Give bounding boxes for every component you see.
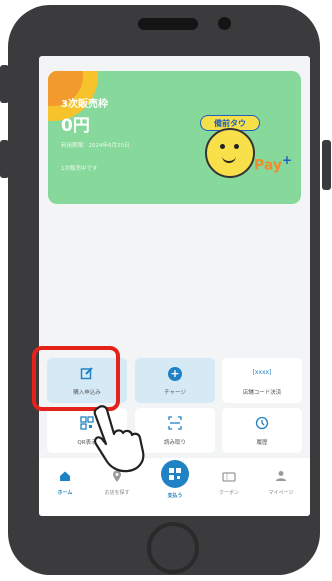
app-screen: 3次販売枠 0円 利用期限：2024年6月20日 1次販売中です 備前タウ Pa… xyxy=(39,56,310,516)
brand-pay-logo: Pay+ xyxy=(254,153,293,174)
home-icon xyxy=(41,470,89,486)
nav-pay[interactable]: 支払う xyxy=(151,460,199,499)
phone-camera xyxy=(218,17,231,30)
code-icon: [xxxx] xyxy=(252,369,272,376)
history-label: 履歴 xyxy=(256,440,268,446)
nav-coupon-label: クーポン xyxy=(218,490,239,496)
nav-mypage-label: マイページ xyxy=(268,490,294,496)
mascot-logo xyxy=(205,128,255,178)
store-code-payment-label: 店舗コード決済 xyxy=(242,390,282,396)
expiry-date: 利用期限：2024年6月20日 xyxy=(61,143,130,149)
phone-volume-down xyxy=(0,140,9,178)
person-icon xyxy=(257,470,305,486)
plus-circle-icon: + xyxy=(135,366,215,381)
bottom-nav: ホーム お店を探す 支払う クーポン マイページ xyxy=(39,458,310,516)
nav-home-label: ホーム xyxy=(57,490,73,496)
pointing-hand-icon xyxy=(93,405,145,473)
nav-pay-label: 支払う xyxy=(167,493,183,499)
nav-find-store-label: お店を探す xyxy=(104,490,130,496)
balance-amount: 0円 xyxy=(61,116,90,136)
phone-volume-up xyxy=(0,65,9,103)
card-title: 3次販売枠 xyxy=(61,99,108,110)
store-code-payment-button[interactable]: [xxxx] 店舗コード決済 xyxy=(222,358,302,403)
nav-coupon[interactable]: クーポン xyxy=(205,470,253,496)
charge-label: チャージ xyxy=(164,390,186,396)
phone-speaker xyxy=(138,18,198,30)
clock-icon xyxy=(222,416,302,430)
charge-button[interactable]: + チャージ xyxy=(135,358,215,403)
phone-power-button xyxy=(322,140,331,190)
coupon-icon xyxy=(205,470,253,486)
nav-mypage[interactable]: マイページ xyxy=(257,470,305,496)
card-note: 1次販売中です xyxy=(61,166,98,172)
balance-card[interactable]: 3次販売枠 0円 利用期限：2024年6月20日 1次販売中です 備前タウ Pa… xyxy=(48,71,301,204)
phone-frame: 3次販売枠 0円 利用期限：2024年6月20日 1次販売中です 備前タウ Pa… xyxy=(8,5,320,575)
qr-pay-icon xyxy=(161,460,189,488)
phone-home-button[interactable] xyxy=(147,522,199,574)
nav-home[interactable]: ホーム xyxy=(41,470,89,496)
history-button[interactable]: 履歴 xyxy=(222,408,302,453)
highlight-frame xyxy=(32,346,120,411)
